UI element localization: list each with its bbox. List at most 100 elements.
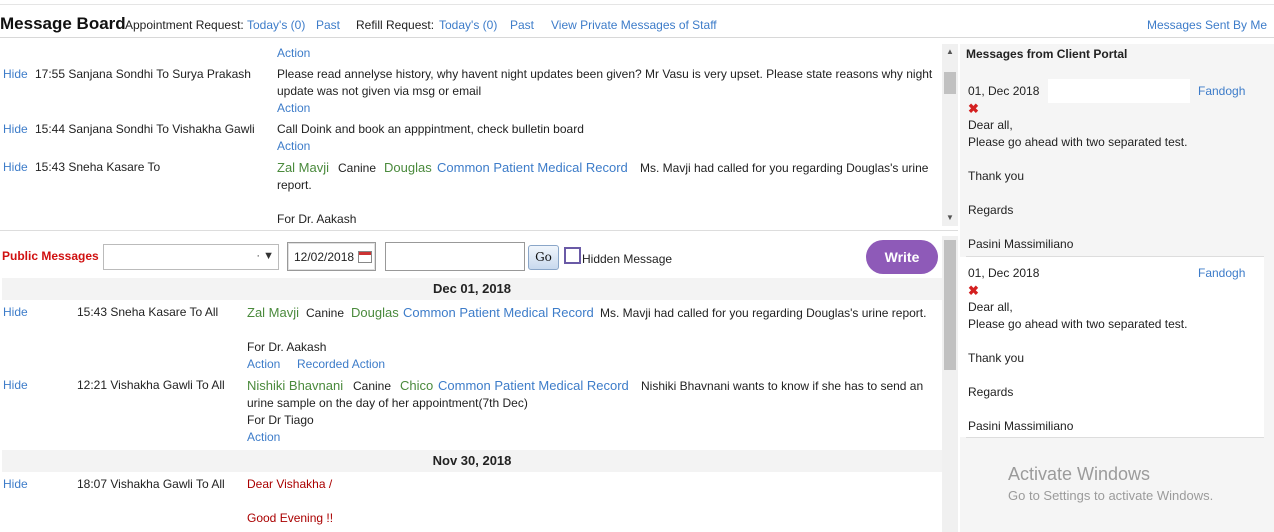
hide-link[interactable]: Hide [3, 121, 28, 138]
medical-record-link[interactable]: Common Patient Medical Record [403, 304, 594, 321]
species-text: Canine [306, 306, 345, 320]
message-meta: 17:55 Sanjana Sondhi To Surya Prakash [35, 67, 251, 81]
message-text: Nishiki Bhavnani wants to know if she ha… [641, 379, 924, 393]
message-line: Regards [968, 203, 1014, 217]
message-body: Dear all, Please go ahead with two separ… [968, 299, 1258, 435]
public-messages-label: Public Messages [2, 249, 99, 263]
message-line: Regards [968, 385, 1014, 399]
message-text-cont: urine sample on the day of her appointme… [247, 396, 528, 410]
client-name-link[interactable]: Zal Mavji [247, 304, 299, 321]
public-messages-toolbar: Public Messages · ▼ 12/02/2018 Go Hidden… [0, 236, 942, 276]
hide-link[interactable]: Hide [3, 66, 28, 83]
message-line [968, 401, 1258, 418]
page-header: Message Board Appointment Request: Today… [0, 12, 1274, 36]
hidden-message-checkbox[interactable] [564, 247, 581, 264]
message-text-cont: update was not given via msg or email [277, 84, 482, 98]
top-border [0, 4, 1274, 5]
hide-link[interactable]: Hide [3, 377, 28, 394]
search-input[interactable] [385, 242, 525, 271]
message-signoff: For Dr Tiago [247, 413, 314, 427]
appointment-today-link[interactable]: Today's (0) [247, 18, 305, 32]
message-signoff: For Dr. Aakash [247, 340, 327, 354]
hide-link[interactable]: Hide [3, 476, 28, 493]
patient-name-link[interactable]: Chico [400, 377, 433, 394]
message-meta: 15:43 Sneha Kasare To [35, 160, 161, 174]
activation-watermark: Activate Windows Go to Settings to activ… [1008, 464, 1213, 503]
message-line: Dear all, [968, 118, 1013, 132]
action-link[interactable]: Action [277, 100, 310, 117]
chevron-down-icon: · ▼ [256, 250, 274, 262]
scroll-thumb[interactable] [944, 240, 956, 370]
message-line: Pasini Massimiliano [968, 237, 1074, 251]
message-line [968, 333, 1258, 350]
date-field[interactable]: 12/02/2018 [287, 242, 376, 271]
message-line [968, 185, 1258, 202]
write-button[interactable]: Write [866, 240, 938, 274]
message-text: Ms. Mavji had called for you regarding D… [640, 161, 929, 175]
message-line [968, 219, 1258, 236]
view-private-messages-link[interactable]: View Private Messages of Staff [551, 18, 717, 32]
medical-record-link[interactable]: Common Patient Medical Record [438, 377, 629, 394]
species-text: Canine [338, 161, 377, 175]
action-link[interactable]: Action [247, 429, 280, 446]
messages-sent-by-me-link[interactable]: Messages Sent By Me [1147, 18, 1267, 32]
date-group-header: Dec 01, 2018 [2, 278, 942, 300]
action-link[interactable]: Action [277, 138, 310, 155]
patient-name-link[interactable]: Douglas [384, 159, 432, 176]
delete-icon[interactable]: ✖ [968, 282, 979, 299]
message-text-cont: Good Evening !! [247, 511, 334, 525]
message-date: 01, Dec 2018 [968, 84, 1040, 98]
message-text-cont: report. [277, 178, 312, 192]
page-title: Message Board [0, 14, 126, 33]
message-line: Please go ahead with two separated test. [968, 317, 1188, 331]
message-meta: 15:44 Sanjana Sondhi To Vishakha Gawli [35, 122, 255, 136]
sender-link[interactable]: Fandogh [1198, 83, 1245, 100]
refill-past-link[interactable]: Past [510, 18, 534, 32]
client-portal-title: Messages from Client Portal [966, 47, 1128, 61]
private-scrollbar[interactable]: ▲ ▼ [942, 44, 958, 226]
patient-name-link[interactable]: Douglas [351, 304, 399, 321]
message-line: Thank you [968, 169, 1025, 183]
redacted-block [1048, 79, 1190, 103]
hide-link[interactable]: Hide [3, 304, 28, 321]
staff-select[interactable]: · ▼ [103, 244, 279, 270]
hide-link[interactable]: Hide [3, 159, 28, 176]
message-line: Dear all, [968, 300, 1013, 314]
go-button[interactable]: Go [528, 245, 559, 270]
client-name-link[interactable]: Zal Mavji [277, 159, 329, 176]
private-messages-panel: Action Hide 17:55 Sanjana Sondhi To Sury… [0, 40, 958, 230]
header-divider [0, 37, 1274, 38]
message-date: 01, Dec 2018 [968, 266, 1040, 280]
hidden-message-label: Hidden Message [582, 252, 673, 266]
message-signoff: For Dr. Aakash [277, 212, 357, 226]
scroll-down-icon[interactable]: ▼ [942, 212, 958, 224]
action-link[interactable]: Action [277, 45, 310, 62]
message-text: Call Doink and book an apppintment, chec… [277, 122, 584, 136]
refill-today-link[interactable]: Today's (0) [439, 18, 497, 32]
delete-icon[interactable]: ✖ [968, 100, 979, 117]
message-line [968, 151, 1258, 168]
message-line: Pasini Massimiliano [968, 419, 1074, 433]
message-meta: 18:07 Vishakha Gawli To All [77, 477, 225, 491]
message-line: Thank you [968, 351, 1025, 365]
appointment-request-label: Appointment Request: [125, 18, 244, 32]
scroll-thumb[interactable] [944, 72, 956, 94]
action-link[interactable]: Action [247, 356, 280, 373]
message-line [968, 367, 1258, 384]
species-text: Canine [353, 379, 392, 393]
sender-link[interactable]: Fandogh [1198, 265, 1245, 282]
activation-title: Activate Windows [1008, 464, 1151, 484]
client-name-link[interactable]: Nishiki Bhavnani [247, 377, 343, 394]
public-scrollbar[interactable] [942, 236, 958, 532]
scroll-up-icon[interactable]: ▲ [942, 46, 958, 58]
card-divider [966, 437, 1264, 438]
refill-request-label: Refill Request: [356, 18, 435, 32]
calendar-icon[interactable] [358, 251, 372, 263]
date-value: 12/02/2018 [294, 250, 355, 264]
message-meta: 12:21 Vishakha Gawli To All [77, 378, 225, 392]
message-meta: 15:43 Sneha Kasare To All [77, 305, 219, 319]
recorded-action-link[interactable]: Recorded Action [297, 356, 385, 373]
message-line: Please go ahead with two separated test. [968, 135, 1188, 149]
appointment-past-link[interactable]: Past [316, 18, 340, 32]
medical-record-link[interactable]: Common Patient Medical Record [437, 159, 628, 176]
